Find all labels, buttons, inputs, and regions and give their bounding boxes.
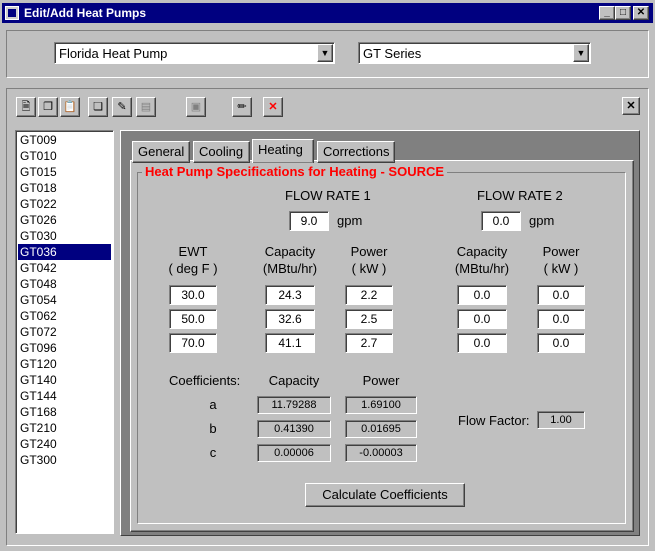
capacity1-header: Capacity: [264, 244, 316, 259]
coef-row-label: c: [209, 445, 217, 460]
capacity2-header: Capacity: [456, 244, 508, 259]
copy-icon[interactable]: ❐: [38, 97, 58, 117]
power2-input[interactable]: 0.0: [537, 309, 585, 329]
list-item[interactable]: GT096: [18, 340, 111, 356]
list-item[interactable]: GT026: [18, 212, 111, 228]
chevron-down-icon[interactable]: ▼: [573, 44, 589, 62]
eraser-icon[interactable]: ✎: [112, 97, 132, 117]
model-list[interactable]: GT009 GT010 GT015 GT018 GT022 GT026 GT030 GT036…: [15, 130, 114, 534]
tab-corrections[interactable]: Corrections: [317, 141, 395, 163]
document-icon[interactable]: ▤: [136, 97, 156, 117]
list-item[interactable]: GT120: [18, 356, 111, 372]
list-item[interactable]: GT048: [18, 276, 111, 292]
group-title: Heat Pump Specifications for Heating - S…: [142, 164, 448, 179]
tab-general[interactable]: General: [132, 141, 190, 163]
capacity2-input[interactable]: 0.0: [457, 309, 507, 329]
list-item[interactable]: GT009: [18, 132, 111, 148]
calculate-coefficients-button[interactable]: Calculate Coefficients: [305, 483, 465, 507]
coef-row-label: a: [209, 397, 217, 412]
flow-rate-2-label: FLOW RATE 2: [477, 188, 563, 203]
new-icon[interactable]: 🗎: [16, 97, 36, 117]
power1-input[interactable]: 2.7: [345, 333, 393, 353]
flow-rate-1-label: FLOW RATE 1: [285, 188, 371, 203]
power2-unit: ( kW ): [543, 261, 579, 276]
ewt-unit: ( deg F ): [168, 261, 218, 276]
window-title: Edit/Add Heat Pumps: [24, 6, 147, 20]
coefficients-label: Coefficients:: [169, 373, 241, 388]
ewt-input[interactable]: 50.0: [169, 309, 217, 329]
manufacturer-value: Florida Heat Pump: [59, 46, 168, 61]
list-item[interactable]: GT144: [18, 388, 111, 404]
title-bar: Edit/Add Heat Pumps _ □ ✕: [2, 3, 653, 23]
coef-capacity-value: 11.79288: [257, 396, 331, 414]
power1-input[interactable]: 2.2: [345, 285, 393, 305]
edit-icon[interactable]: ✏: [232, 97, 252, 117]
capacity1-unit: (MBtu/hr): [262, 261, 318, 276]
power2-input[interactable]: 0.0: [537, 333, 585, 353]
coef-power-value: 0.01695: [345, 420, 417, 438]
series-select[interactable]: GT Series ▼: [358, 42, 591, 64]
list-item[interactable]: GT210: [18, 420, 111, 436]
capacity2-unit: (MBtu/hr): [454, 261, 510, 276]
capacity2-input[interactable]: 0.0: [457, 285, 507, 305]
list-item[interactable]: GT022: [18, 196, 111, 212]
coef-capacity-value: 0.00006: [257, 444, 331, 462]
flow-factor-label: Flow Factor:: [458, 413, 530, 428]
power2-input[interactable]: 0.0: [537, 285, 585, 305]
list-item[interactable]: GT015: [18, 164, 111, 180]
list-item[interactable]: GT240: [18, 436, 111, 452]
power1-input[interactable]: 2.5: [345, 309, 393, 329]
tab-heating[interactable]: Heating: [252, 139, 314, 163]
close-panel-button[interactable]: ✕: [622, 97, 640, 115]
ewt-input[interactable]: 30.0: [169, 285, 217, 305]
series-value: GT Series: [363, 46, 422, 61]
list-item[interactable]: GT036: [18, 244, 111, 260]
list-item[interactable]: GT072: [18, 324, 111, 340]
coef-power-value: 1.69100: [345, 396, 417, 414]
capacity1-input[interactable]: 24.3: [265, 285, 315, 305]
duplicate-icon[interactable]: ❏: [88, 97, 108, 117]
close-button[interactable]: ✕: [633, 6, 649, 20]
chevron-down-icon[interactable]: ▼: [317, 44, 333, 62]
list-item[interactable]: GT018: [18, 180, 111, 196]
list-item[interactable]: GT140: [18, 372, 111, 388]
coef-power-value: -0.00003: [345, 444, 417, 462]
flow-rate-2-unit: gpm: [529, 213, 555, 228]
power1-header: Power: [350, 244, 388, 259]
save-icon[interactable]: ▣: [186, 97, 206, 117]
list-item[interactable]: GT030: [18, 228, 111, 244]
list-item[interactable]: GT054: [18, 292, 111, 308]
manufacturer-select[interactable]: Florida Heat Pump ▼: [54, 42, 335, 64]
flow-rate-2-input[interactable]: 0.0: [481, 211, 521, 231]
coef-power-header: Power: [362, 373, 400, 388]
paste-icon[interactable]: 📋: [60, 97, 80, 117]
list-item[interactable]: GT300: [18, 452, 111, 468]
coef-row-label: b: [209, 421, 217, 436]
maximize-button[interactable]: □: [615, 6, 631, 20]
flow-factor-value: 1.00: [537, 411, 585, 429]
coef-capacity-header: Capacity: [268, 373, 320, 388]
ewt-input[interactable]: 70.0: [169, 333, 217, 353]
minimize-button[interactable]: _: [599, 6, 615, 20]
coef-capacity-value: 0.41390: [257, 420, 331, 438]
power2-header: Power: [542, 244, 580, 259]
list-item[interactable]: GT168: [18, 404, 111, 420]
capacity1-input[interactable]: 41.1: [265, 333, 315, 353]
app-icon: [5, 6, 19, 20]
flow-rate-1-input[interactable]: 9.0: [289, 211, 329, 231]
ewt-header: EWT: [178, 244, 208, 259]
capacity2-input[interactable]: 0.0: [457, 333, 507, 353]
list-item[interactable]: GT010: [18, 148, 111, 164]
power1-unit: ( kW ): [351, 261, 387, 276]
list-item[interactable]: GT042: [18, 260, 111, 276]
tab-cooling[interactable]: Cooling: [193, 141, 250, 163]
flow-rate-1-unit: gpm: [337, 213, 363, 228]
capacity1-input[interactable]: 32.6: [265, 309, 315, 329]
delete-icon[interactable]: ✕: [263, 97, 283, 117]
list-item[interactable]: GT062: [18, 308, 111, 324]
